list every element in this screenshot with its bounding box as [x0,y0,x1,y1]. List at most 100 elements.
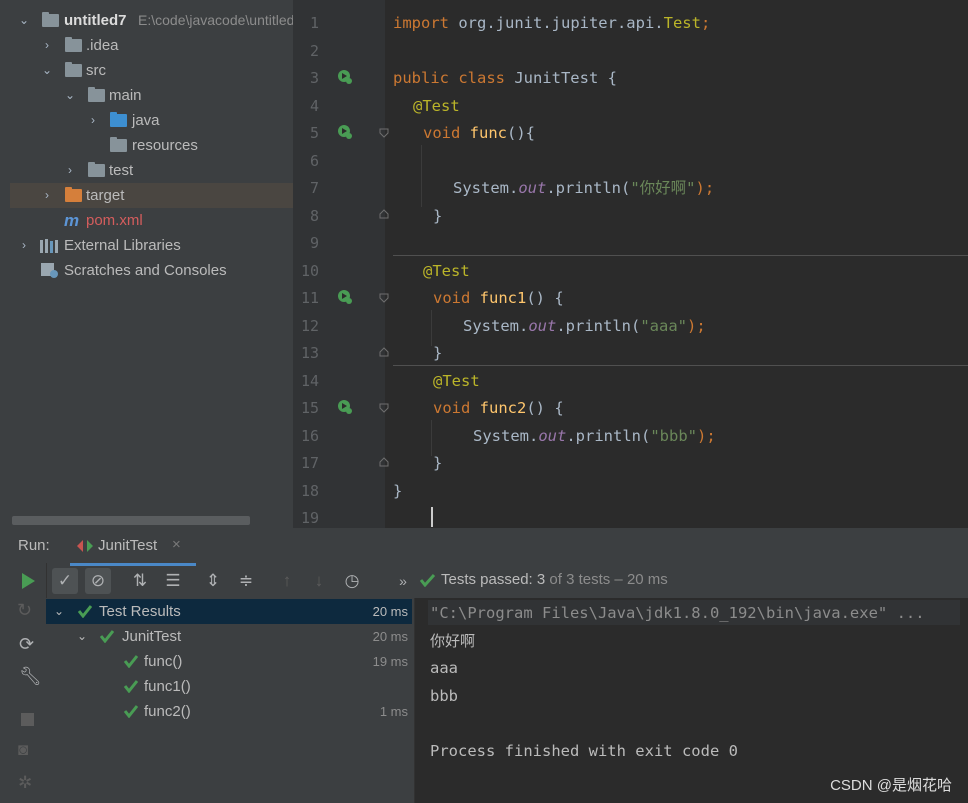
code-line: @Test [423,260,470,282]
code-token: (){ [507,124,535,142]
code-token: "bbb" [650,427,697,445]
rerun-icon[interactable] [20,572,36,590]
code-token: out [518,179,547,197]
chevron-down-icon[interactable]: ⌄ [18,8,30,33]
result-time: 1 ms [379,704,408,719]
code-token: ; [700,14,711,32]
chevron-right-icon[interactable]: › [18,233,30,258]
sort-duration-button[interactable]: ☰ [160,568,186,594]
run-test-icon[interactable] [337,399,353,415]
close-icon[interactable]: × [172,536,181,553]
chevron-right-icon[interactable]: › [64,158,76,183]
result-row-class[interactable]: ⌄ JunitTest 20 ms [46,624,412,649]
line-number: 2 [309,42,319,60]
tree-item-pom[interactable]: m pom.xml [10,208,293,233]
result-row-test[interactable]: func1() [46,674,412,699]
watermark: CSDN @是烟花哈 [830,777,952,794]
wrench-icon[interactable]: 🔧︎ [19,666,42,687]
result-label: func2() [144,703,191,720]
tree-item-idea[interactable]: › .idea [10,33,293,58]
method-separator [393,365,968,366]
result-time: 20 ms [372,629,408,644]
line-number: 4 [309,97,319,115]
line-number: 8 [309,207,319,225]
more-icon[interactable]: » [390,568,416,594]
code-token: "你好啊" [630,179,696,197]
tree-item-target[interactable]: › target [10,183,293,208]
camera-icon[interactable]: ◙ [18,740,28,760]
code-token: } [433,344,443,362]
collapse-all-button[interactable]: ≑ [233,568,259,594]
chevron-down-icon[interactable]: ⌄ [77,624,87,649]
line-number: 15 [300,399,319,417]
folder-icon [65,62,82,77]
tree-item-scratches[interactable]: Scratches and Consoles [10,258,293,283]
code-token: out [528,317,557,335]
line-number: 12 [300,317,319,335]
fold-icon[interactable] [379,403,389,413]
toggle-auto-test-icon[interactable]: ⟳ [19,634,34,655]
library-icon [40,239,58,253]
chevron-right-icon[interactable]: › [41,183,53,208]
tree-item-label: test [109,162,134,179]
show-ignored-button[interactable]: ⊘ [85,568,111,594]
fold-icon[interactable] [379,347,389,357]
tree-item-test[interactable]: › test [10,158,293,183]
tree-item-java[interactable]: › java [10,108,293,133]
run-test-icon[interactable] [337,124,353,140]
code-line: void func(){ [423,122,535,144]
console-line: bbb [430,687,458,705]
sort-alpha-button[interactable]: ⇅ [127,568,153,594]
chevron-right-icon[interactable]: › [41,33,53,58]
fold-icon[interactable] [379,209,389,219]
test-history-button[interactable]: ◷ [339,568,365,594]
result-row-root[interactable]: ⌄ Test Results 20 ms [46,599,412,624]
tree-item-untitled7[interactable]: ⌄ untitled7 E:\code\javacode\untitled7 [10,8,293,33]
code-token: Test [663,14,701,32]
fold-icon[interactable] [379,293,389,303]
tree-item-label: src [86,62,106,79]
show-passed-button[interactable]: ✓ [52,568,78,594]
chevron-down-icon[interactable]: ⌄ [41,58,53,83]
horizontal-scrollbar[interactable] [12,516,250,525]
code-token: public class [393,69,505,87]
result-row-test[interactable]: func() 19 ms [46,649,412,674]
console-output[interactable] [414,598,968,803]
code-token: System. [473,427,539,445]
next-failed-button[interactable]: ↓ [306,568,332,594]
check-icon [124,655,138,668]
tests-status: Tests passed: 3 of 3 tests – 20 ms [441,571,668,588]
chevron-down-icon[interactable]: ⌄ [64,83,76,108]
folder-icon [88,162,105,177]
code-token: } [433,207,443,225]
indent-guide [421,145,422,207]
tree-item-label: resources [132,137,198,154]
tree-item-external-libraries[interactable]: › External Libraries [10,233,293,258]
code-line: @Test [433,370,480,392]
tree-item-label: target [86,187,125,204]
code-token: () { [526,289,564,307]
stop-icon[interactable] [21,713,34,726]
code-line: import org.junit.jupiter.api.Test; [393,12,710,34]
debug-icon[interactable]: ✲ [18,773,32,793]
folder-icon [88,87,105,102]
tree-item-src[interactable]: ⌄ src [10,58,293,83]
run-test-icon[interactable] [337,289,353,305]
tree-item-main[interactable]: ⌄ main [10,83,293,108]
console-line: 你好啊 [430,632,476,650]
status-prefix: Tests passed: [441,571,537,588]
code-line: System.out.println("你好啊"); [453,177,714,199]
prev-failed-button[interactable]: ↑ [274,568,300,594]
expand-all-button[interactable]: ⇕ [200,568,226,594]
tree-item-resources[interactable]: resources [10,133,293,158]
fold-icon[interactable] [379,457,389,467]
chevron-right-icon[interactable]: › [87,108,99,133]
chevron-down-icon[interactable]: ⌄ [54,599,64,624]
resources-folder-icon [110,137,127,152]
rerun-failed-icon[interactable]: ↻ [17,600,32,621]
line-number: 19 [300,509,319,527]
result-label: JunitTest [122,628,182,645]
fold-icon[interactable] [379,128,389,138]
run-test-icon[interactable] [337,69,353,85]
result-row-test[interactable]: func2() 1 ms [46,699,412,724]
